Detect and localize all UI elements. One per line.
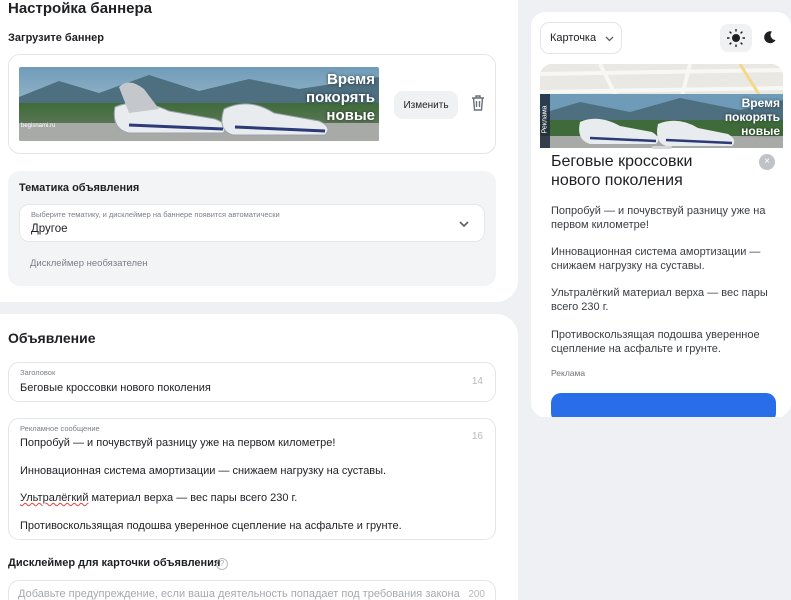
moon-icon[interactable] — [763, 30, 777, 44]
banner-settings-title: Настройка баннера — [8, 0, 153, 17]
preview-banner-tag: Реклама — [541, 105, 549, 134]
preview-panel: Карточка Реклама Время покорять новые Бе… — [531, 12, 791, 417]
preview-paragraph-3: Ультралёгкий материал верха — вес пары в… — [551, 287, 768, 313]
banner-upload-card: Время покорять новые begisnami.ru Измени… — [8, 54, 496, 154]
banner-image: Время покорять новые begisnami.ru — [19, 67, 379, 141]
message-counter: 16 — [471, 431, 483, 442]
light-theme-button[interactable] — [720, 24, 752, 52]
topic-select-hint: Выберите тематику, и дисклеймер на банне… — [31, 210, 280, 219]
sun-icon — [727, 29, 745, 47]
preview-paragraph-1: Попробуй — и почувствуй разницу уже на п… — [551, 205, 766, 231]
disclaimer-optional-note: Дисклеймер необязателен — [30, 258, 148, 269]
topic-section: Тематика объявления Выберите тематику, и… — [8, 171, 496, 286]
banner-settings-panel: Настройка баннера Загрузите баннер Время… — [0, 0, 518, 302]
chevron-down-icon — [459, 221, 469, 228]
preview-banner-line-3: новые — [741, 124, 780, 138]
change-banner-button[interactable]: Изменить — [394, 91, 458, 119]
view-select[interactable]: Карточка — [540, 22, 622, 54]
card-disclaimer-title: Дисклеймер для карточки объявления — [8, 557, 221, 569]
preview-title: Беговые кроссовки нового поколения — [551, 153, 693, 189]
view-select-value: Карточка — [550, 32, 597, 44]
preview-banner-line-1: Время — [741, 96, 780, 110]
ad-section-title: Объявление — [8, 330, 96, 346]
spellcheck-word: Ультралёгкий — [20, 492, 89, 504]
message-line-3: Ультралёгкий материал верха — вес пары в… — [20, 492, 297, 504]
message-label: Рекламное сообщение — [20, 424, 100, 433]
chevron-down-icon — [605, 36, 614, 42]
sheet-handle[interactable] — [652, 146, 672, 149]
card-preview: Реклама Время покорять новые Беговые кро… — [540, 64, 783, 417]
topic-title: Тематика объявления — [19, 182, 140, 194]
message-line-1: Попробуй — и почувствуй разницу уже на п… — [20, 437, 336, 449]
preview-cta-button[interactable] — [551, 393, 776, 417]
card-disclaimer-input[interactable]: Добавьте предупреждение, если ваша деяте… — [8, 580, 496, 600]
preview-paragraph-4: Противоскользящая подошва уверенное сцеп… — [551, 329, 760, 355]
message-line-2: Инновационная система амортизации — сниж… — [20, 465, 387, 477]
topic-select-value: Другое — [31, 223, 68, 235]
preview-paragraph-2: Инновационная система амортизации — сниж… — [551, 246, 761, 272]
message-field[interactable]: Рекламное сообщение 16 Попробуй — и почу… — [8, 418, 496, 540]
upload-banner-label: Загрузите баннер — [8, 32, 104, 44]
preview-banner: Реклама Время покорять новые — [540, 94, 783, 148]
help-icon[interactable]: ? — [216, 558, 228, 570]
preview-card-sheet: Беговые кроссовки нового поколения × Поп… — [540, 146, 783, 417]
headline-input[interactable]: Беговые кроссовки нового поколения — [20, 382, 211, 394]
banner-text-line-3: новые — [326, 107, 375, 124]
banner-text-line-2: покорять — [306, 89, 375, 106]
message-line-3-rest: материал верха — вес пары всего 230 г. — [88, 492, 298, 504]
preview-banner-text: Время покорять новые — [725, 96, 780, 138]
message-line-4: Противоскользящая подошва уверенное сцеп… — [20, 520, 402, 532]
banner-text-line-1: Время — [327, 71, 375, 88]
topic-select[interactable]: Выберите тематику, и дисклеймер на банне… — [19, 204, 485, 242]
card-disclaimer-counter: 200 — [468, 589, 485, 600]
headline-counter: 14 — [471, 376, 483, 387]
card-disclaimer-placeholder: Добавьте предупреждение, если ваша деяте… — [18, 588, 460, 600]
banner-image-text: Время покорять новые — [306, 71, 375, 125]
preview-banner-line-2: покорять — [724, 110, 780, 124]
close-icon[interactable]: × — [759, 154, 775, 170]
preview-ad-label: Реклама — [551, 368, 586, 378]
trash-icon[interactable] — [469, 93, 487, 113]
headline-label: Заголовок — [20, 368, 56, 377]
banner-site-label: begisnami.ru — [21, 123, 56, 129]
headline-field[interactable]: Заголовок Беговые кроссовки нового покол… — [8, 362, 496, 402]
